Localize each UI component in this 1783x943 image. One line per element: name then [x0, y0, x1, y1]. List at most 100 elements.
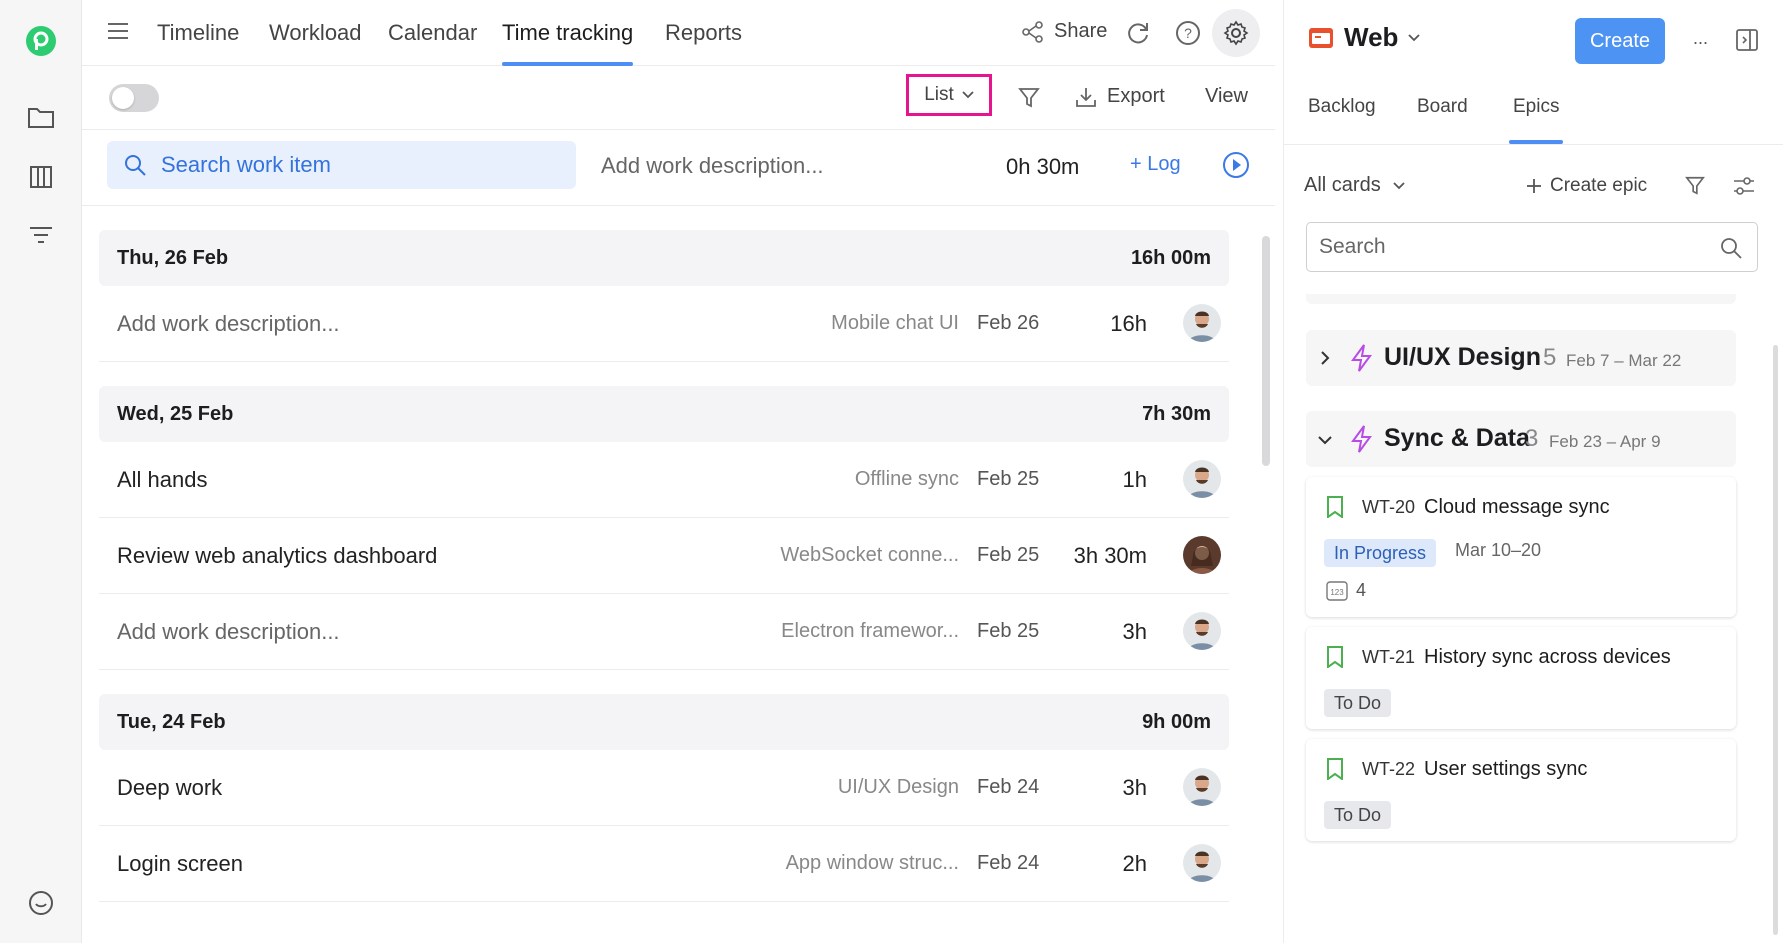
- avatar[interactable]: [1183, 536, 1221, 574]
- tab-timeline[interactable]: Timeline: [157, 20, 239, 66]
- search-work-item-input[interactable]: Search work item: [107, 141, 576, 189]
- table-row[interactable]: Login screen App window struc... Feb 24 …: [99, 826, 1229, 902]
- view-mode-dropdown[interactable]: List: [906, 74, 992, 116]
- status-badge[interactable]: To Do: [1324, 801, 1392, 829]
- sliders-icon[interactable]: [1733, 176, 1755, 201]
- epic-count: 3: [1525, 425, 1539, 452]
- avatar[interactable]: [1183, 768, 1221, 806]
- status-badge[interactable]: To Do: [1324, 689, 1392, 717]
- folder-icon[interactable]: [24, 100, 58, 134]
- tab-reports[interactable]: Reports: [665, 20, 742, 66]
- entry-title[interactable]: Add work description...: [117, 619, 340, 645]
- create-epic-label: Create epic: [1550, 175, 1648, 196]
- list-scrollbar[interactable]: [1262, 236, 1270, 466]
- avatar[interactable]: [1183, 304, 1221, 342]
- entry-title[interactable]: Login screen: [117, 851, 243, 877]
- card-id: WT-20: [1362, 497, 1416, 517]
- table-row[interactable]: Add work description... Electron framewo…: [99, 594, 1229, 670]
- app-logo-icon[interactable]: [24, 24, 58, 58]
- filter-icon[interactable]: [1684, 175, 1706, 202]
- project-icon: [1309, 27, 1333, 48]
- view-button[interactable]: View: [1205, 85, 1248, 108]
- collapse-panel-icon[interactable]: [1735, 28, 1759, 57]
- entry-epic: UI/UX Design: [837, 776, 959, 798]
- work-item-card[interactable]: WT-20 Cloud message sync In Progress Mar…: [1306, 477, 1736, 617]
- tab-epics[interactable]: Epics: [1508, 96, 1564, 144]
- filter-icon[interactable]: [1017, 86, 1041, 115]
- create-epic-button[interactable]: Create epic: [1526, 175, 1647, 197]
- day-total: 7h 30m: [1142, 403, 1211, 425]
- play-icon[interactable]: [1222, 151, 1250, 179]
- entry-hours[interactable]: 2h: [1123, 851, 1147, 877]
- toolbar: List Export View: [82, 66, 1275, 130]
- svg-text:?: ?: [1184, 25, 1192, 41]
- tab-backlog[interactable]: Backlog: [1308, 96, 1376, 144]
- project-name: Web: [1344, 22, 1399, 52]
- entry-hours[interactable]: 3h 30m: [1074, 543, 1147, 569]
- log-button[interactable]: + Log: [1130, 153, 1181, 176]
- search-placeholder: Search: [1319, 235, 1386, 258]
- entry-hours[interactable]: 3h: [1123, 619, 1147, 645]
- avatar[interactable]: [1183, 844, 1221, 882]
- more-options-button[interactable]: ...: [1693, 28, 1708, 49]
- entry-hours[interactable]: 16h: [1110, 311, 1147, 337]
- chevron-right-icon[interactable]: [1320, 351, 1330, 365]
- entry-epic: Offline sync: [854, 468, 959, 490]
- chat-icon[interactable]: [24, 886, 58, 920]
- entry-title[interactable]: Deep work: [117, 775, 222, 801]
- svg-text:123: 123: [1330, 588, 1344, 597]
- entry-title[interactable]: Review web analytics dashboard: [117, 543, 437, 569]
- chevron-down-icon[interactable]: [1318, 435, 1332, 445]
- table-row[interactable]: All hands Offline sync Feb 25 1h: [99, 442, 1229, 518]
- day-total: 9h 00m: [1142, 711, 1211, 733]
- card-title: User settings sync: [1424, 758, 1588, 780]
- table-row[interactable]: Review web analytics dashboard WebSocket…: [99, 518, 1229, 594]
- board-icon[interactable]: [24, 160, 58, 194]
- tabs-divider: [1284, 144, 1783, 145]
- chevron-down-icon: [1393, 181, 1405, 189]
- tab-board[interactable]: Board: [1417, 96, 1468, 144]
- day-header: Thu, 26 Feb 16h 00m: [99, 230, 1229, 286]
- hamburger-menu-icon[interactable]: [106, 20, 132, 46]
- tab-calendar[interactable]: Calendar: [388, 20, 477, 66]
- settings-button[interactable]: [1212, 9, 1260, 57]
- help-icon[interactable]: ?: [1175, 20, 1201, 46]
- entry-title[interactable]: All hands: [117, 467, 208, 493]
- export-button[interactable]: Export: [1075, 85, 1165, 108]
- epic-row[interactable]: UI/UX Design 5 Feb 7 – Mar 22: [1306, 330, 1736, 386]
- filter-list-icon[interactable]: [24, 218, 58, 252]
- avatar[interactable]: [1183, 460, 1221, 498]
- epic-name: UI/UX Design: [1384, 343, 1541, 371]
- status-badge[interactable]: In Progress: [1324, 539, 1437, 567]
- share-label: Share: [1054, 20, 1108, 42]
- gear-icon: [1223, 20, 1249, 46]
- table-row[interactable]: Deep work UI/UX Design Feb 24 3h: [99, 750, 1229, 826]
- work-item-card[interactable]: WT-22 User settings sync To Do: [1306, 739, 1736, 841]
- create-button[interactable]: Create: [1575, 18, 1665, 64]
- project-selector[interactable]: Web: [1308, 22, 1421, 53]
- work-item-card[interactable]: WT-21 History sync across devices To Do: [1306, 627, 1736, 729]
- entry-date: Feb 26: [977, 312, 1040, 334]
- table-row[interactable]: Add work description... Mobile chat UI F…: [99, 286, 1229, 362]
- epic-row[interactable]: Sync & Data 3 Feb 23 – Apr 9: [1306, 411, 1736, 467]
- search-placeholder: Search work item: [161, 152, 331, 177]
- epic-search-input[interactable]: Search: [1306, 222, 1758, 272]
- entry-hours[interactable]: 1h: [1123, 467, 1147, 493]
- search-icon: [1721, 238, 1742, 259]
- work-description-input[interactable]: Add work description...: [601, 153, 824, 179]
- tab-workload[interactable]: Workload: [269, 20, 362, 66]
- day-header: Wed, 25 Feb 7h 30m: [99, 386, 1229, 442]
- share-button[interactable]: Share: [1022, 20, 1107, 43]
- avatar[interactable]: [1183, 612, 1221, 650]
- tab-time-tracking[interactable]: Time tracking: [502, 20, 634, 66]
- refresh-icon[interactable]: [1125, 20, 1151, 46]
- entry-title[interactable]: Add work description...: [117, 311, 340, 337]
- all-cards-dropdown[interactable]: All cards: [1304, 174, 1405, 197]
- day-date: Wed, 25 Feb: [117, 403, 234, 425]
- view-mode-label: List: [924, 84, 954, 105]
- entry-hours[interactable]: 3h: [1123, 775, 1147, 801]
- timer-duration[interactable]: 0h 30m: [1006, 154, 1079, 180]
- toggle-switch[interactable]: [109, 84, 159, 112]
- panel-scrollbar[interactable]: [1773, 345, 1778, 935]
- lightning-icon: [1351, 344, 1372, 372]
